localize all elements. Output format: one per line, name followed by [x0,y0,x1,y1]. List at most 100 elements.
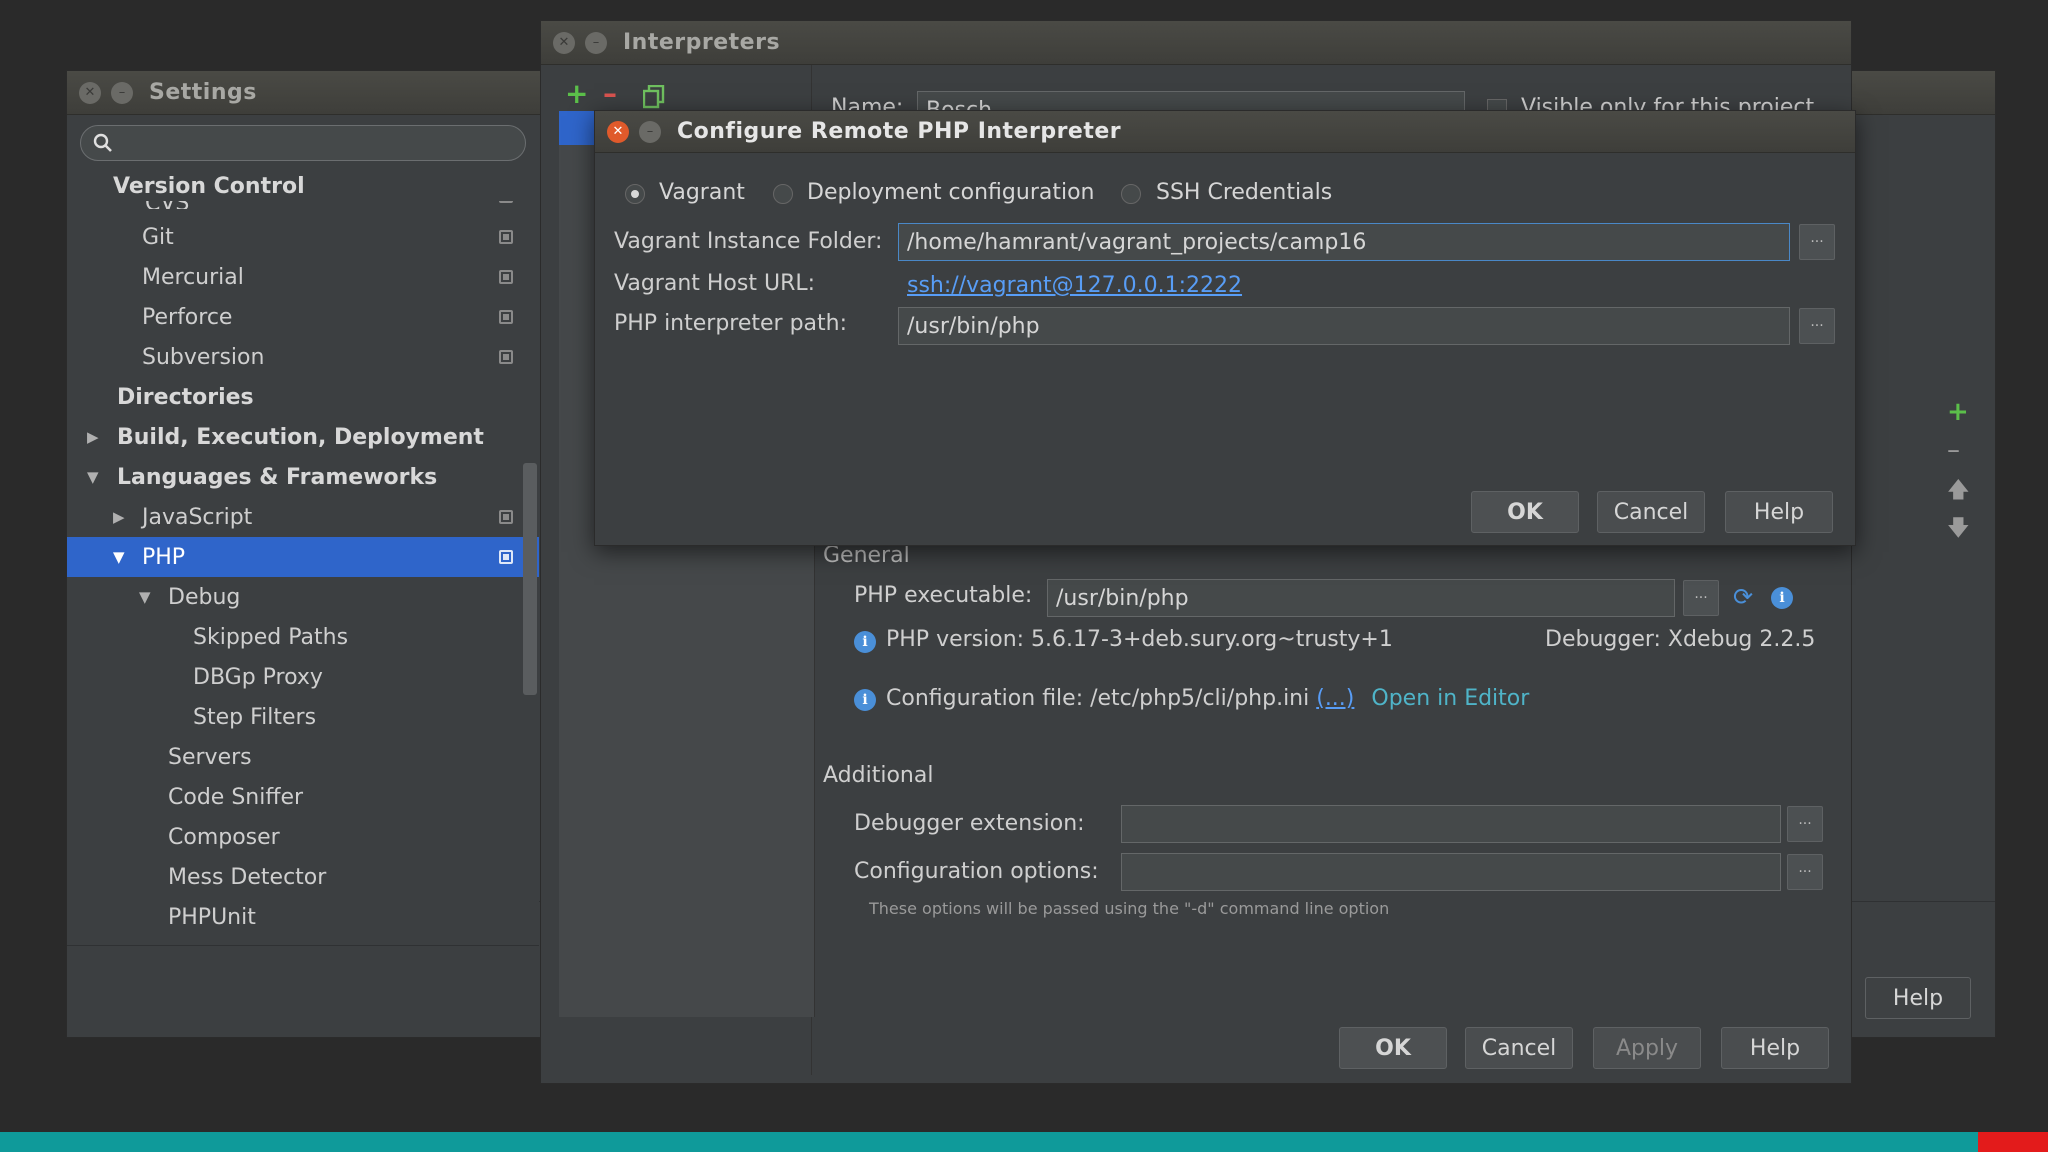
host-url-label: Vagrant Host URL: [614,271,816,296]
remote-help-button[interactable]: Help [1725,491,1833,533]
bottom-bar-red [1978,1132,2048,1152]
host-url-link[interactable]: ssh://vagrant@127.0.0.1:2222 [907,273,1242,298]
tree-item-build[interactable]: ▶ Build, Execution, Deployment [67,417,539,457]
radio-deployment[interactable] [773,184,793,204]
tree-item-label: Debug [168,584,241,610]
interp-apply-button[interactable]: Apply [1593,1027,1701,1069]
radio-vagrant-label[interactable]: Vagrant [659,180,745,205]
settings-sidebar: CVS Version Control Git Mercurial Perfor… [67,115,539,1037]
tree-item-label: Composer [168,824,280,850]
add-interpreter-icon[interactable]: + [565,77,588,110]
tree-item-label: Skipped Paths [193,624,349,650]
configuration-options-input[interactable] [1121,853,1781,891]
tree-item-php[interactable]: ▼ PHP [67,537,539,577]
additional-section-label: Additional [823,763,934,788]
config-file-text: Configuration file: /etc/php5/cli/php.in… [886,686,1529,711]
php-version-text: PHP version: 5.6.17-3+deb.sury.org~trust… [886,627,1393,652]
radio-ssh[interactable] [1121,184,1141,204]
close-icon[interactable]: ✕ [79,81,101,104]
tree-item-skipped-paths[interactable]: Skipped Paths [67,617,539,657]
remote-ok-button[interactable]: OK [1471,491,1579,533]
interpreter-path-input[interactable]: /usr/bin/php [898,307,1790,345]
radio-vagrant[interactable] [625,184,645,204]
bottom-bar-teal [0,1132,1978,1152]
info-icon[interactable]: i [1771,587,1793,609]
minimize-icon[interactable]: – [111,81,133,104]
open-in-editor-link[interactable]: Open in Editor [1371,686,1529,711]
minimize-icon[interactable]: – [639,120,661,143]
tree-item-git[interactable]: Git [67,217,539,257]
configure-remote-dialog: ✕ – Configure Remote PHP Interpreter Vag… [594,110,1856,546]
config-file-link[interactable]: (...) [1316,686,1354,711]
debugger-text: Debugger: Xdebug 2.2.5 [1545,627,1816,652]
expand-down-icon[interactable]: ▼ [139,588,151,606]
close-icon[interactable]: ✕ [553,31,575,54]
interpreters-title: Interpreters [623,30,781,55]
tree-item-dbgp-proxy[interactable]: DBGp Proxy [67,657,539,697]
tree-item-label: Code Sniffer [168,784,304,810]
browse-folder-button[interactable]: ··· [1799,224,1835,260]
interp-help-button[interactable]: Help [1721,1027,1829,1069]
close-icon[interactable]: ✕ [607,120,629,143]
sidebar-scrollbar[interactable] [523,463,537,695]
expand-right-icon[interactable]: ▶ [87,428,99,446]
expand-right-icon[interactable]: ▶ [113,508,125,526]
browse-path-button[interactable]: ··· [1799,308,1835,344]
tree-item-subversion[interactable]: Subversion [67,337,539,377]
tree-item-label: Build, Execution, Deployment [117,424,484,450]
move-down-icon[interactable]: 🡇 [1947,511,1970,549]
tree-item-label: DBGp Proxy [193,664,323,690]
settings-search-input[interactable] [80,125,526,161]
tree-item-servers[interactable]: Servers [67,737,539,777]
browse-executable-button[interactable]: ··· [1683,580,1719,616]
reload-icon[interactable]: ⟳ [1733,583,1753,611]
debugger-extension-input[interactable] [1121,805,1781,843]
tree-item-label: Servers [168,744,252,770]
tree-item-label: Git [142,224,174,250]
tree-item-mercurial[interactable]: Mercurial [67,257,539,297]
remove-icon[interactable]: – [1947,435,1960,465]
php-executable-input[interactable]: /usr/bin/php [1047,579,1675,617]
tree-item-label: Perforce [142,304,233,330]
expand-down-icon[interactable]: ▼ [87,468,99,486]
remote-cancel-button[interactable]: Cancel [1597,491,1705,533]
interp-cancel-button[interactable]: Cancel [1465,1027,1573,1069]
tree-item-step-filters[interactable]: Step Filters [67,697,539,737]
tree-item-phpunit[interactable]: PHPUnit [67,897,539,937]
interp-ok-button[interactable]: OK [1339,1027,1447,1069]
tree-item-languages[interactable]: ▼ Languages & Frameworks [67,457,539,497]
config-file-path: Configuration file: /etc/php5/cli/php.in… [886,686,1310,711]
tree-item-label: Version Control [113,173,305,199]
remote-dialog-titlebar: ✕ – Configure Remote PHP Interpreter [595,111,1855,153]
radio-deployment-label[interactable]: Deployment configuration [807,180,1095,205]
tree-item-version-control[interactable]: Version Control [67,171,539,201]
sidebar-divider [67,945,539,946]
tree-item-code-sniffer[interactable]: Code Sniffer [67,777,539,817]
minimize-icon[interactable]: – [585,31,607,54]
settings-title: Settings [149,80,257,105]
edit-options-button[interactable]: ··· [1787,854,1823,890]
remove-interpreter-icon[interactable]: – [603,77,617,110]
tree-item-label: Languages & Frameworks [117,464,438,490]
tree-item-debug[interactable]: ▼ Debug [67,577,539,617]
search-icon [93,133,112,152]
debugger-extension-label: Debugger extension: [854,811,1085,836]
expand-down-icon[interactable]: ▼ [113,548,125,566]
tree-item-perforce[interactable]: Perforce [67,297,539,337]
tree-item-composer[interactable]: Composer [67,817,539,857]
project-icon [499,350,513,364]
php-executable-label: PHP executable: [854,583,1033,608]
tree-item-label: Mess Detector [168,864,327,890]
tree-item-directories[interactable]: Directories [67,377,539,417]
add-icon[interactable]: + [1947,397,1969,427]
general-section-label: General [823,543,910,568]
project-icon [499,310,513,324]
tree-item-javascript[interactable]: ▶ JavaScript [67,497,539,537]
tree-item-mess-detector[interactable]: Mess Detector [67,857,539,897]
instance-folder-input[interactable]: /home/hamrant/vagrant_projects/camp16 [898,223,1790,261]
radio-ssh-label[interactable]: SSH Credentials [1156,180,1332,205]
browse-extension-button[interactable]: ··· [1787,806,1823,842]
project-icon [499,550,513,564]
move-up-icon[interactable]: 🡅 [1947,473,1970,511]
settings-help-button[interactable]: Help [1865,977,1971,1019]
